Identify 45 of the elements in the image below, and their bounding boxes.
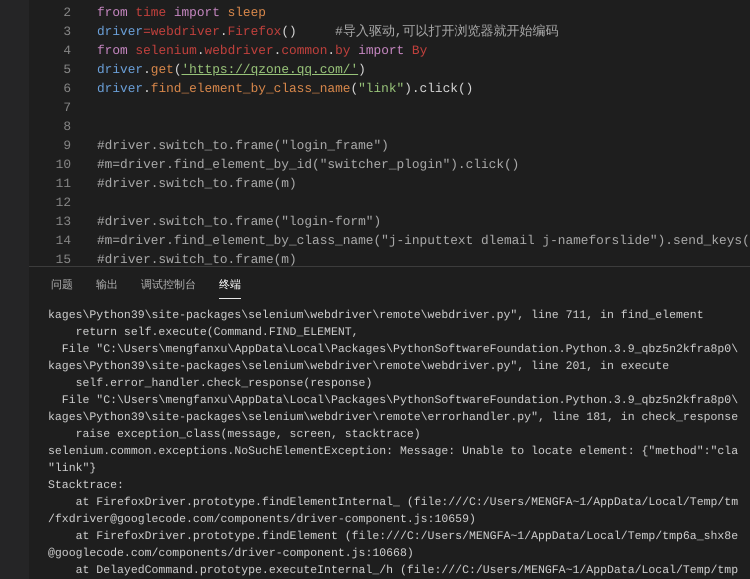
code-line: driver.get('https://qzone.qq.com/') (97, 61, 366, 79)
line-number: 14 (54, 232, 71, 250)
panel-tab[interactable]: 终端 (219, 277, 241, 299)
terminal-line: /fxdriver@googlecode.com/components/driver-component.js:10659) (48, 513, 476, 526)
terminal-line: kages\Python39\site-packages\selenium\webdriver\remote\webdriver.py", line 711, in find_element (48, 309, 704, 322)
line-number: 12 (54, 194, 71, 212)
panel-tab[interactable]: 输出 (96, 277, 118, 299)
line-number: 10 (54, 156, 71, 174)
code-line: driver.find_element_by_class_name("link").click() (97, 80, 474, 98)
line-number: 5 (62, 61, 71, 79)
code-line: #driver.switch_to.frame("login_frame") (97, 137, 389, 155)
panel-tab[interactable]: 调试控制台 (141, 277, 196, 299)
terminal-line: kages\Python39\site-packages\selenium\webdriver\remote\errorhandler.py", line 181, in check_response (48, 411, 738, 424)
code-line: #m=driver.find_element_by_class_name("j-inputtext dlemail j-nameforslide").send_keys( (97, 232, 750, 250)
terminal-line: at FirefoxDriver.prototype.findElement (file:///C:/Users/MENGFA~1/AppData/Local/Temp/tmp6a_shx8e (74, 530, 738, 543)
line-number: 8 (62, 118, 71, 136)
line-number: 6 (62, 80, 71, 98)
code-line: #driver.switch_to.frame("login-form") (97, 213, 382, 231)
terminal-line: "link"} (48, 462, 96, 475)
code-line: #m=driver.find_element_by_id("switcher_plogin").click() (97, 156, 520, 174)
panel-tab[interactable]: 问题 (51, 277, 73, 299)
terminal-line: File "C:\Users\mengfanxu\AppData\Local\Packages\PythonSoftwareFoundation.Python.3.9_qbz5n2kfra8p0\ (60, 343, 738, 356)
line-number: 2 (62, 4, 71, 22)
terminal-line: self.error_handler.check_response(response) (74, 377, 372, 390)
terminal-line: selenium.common.exceptions.NoSuchElementException: Message: Unable to locate element: {"method":"cla (48, 445, 738, 458)
line-number: 7 (62, 99, 71, 117)
terminal-line: return self.execute(Command.FIND_ELEMENT, (74, 326, 359, 339)
code-line: #driver.switch_to.frame(m) (97, 251, 297, 266)
terminal-line: raise exception_class(message, screen, stacktrace) (74, 428, 421, 441)
code-line: driver=webdriver.Firefox() #导入驱动,可以打开浏览器就开始编码 (97, 23, 558, 41)
line-number: 4 (62, 42, 71, 60)
line-number: 15 (54, 251, 71, 266)
line-number: 13 (54, 213, 71, 231)
terminal-line: kages\Python39\site-packages\selenium\webdriver\remote\webdriver.py", line 201, in execute (48, 360, 670, 373)
terminal-line: @googlecode.com/components/driver-component.js:10668) (48, 547, 414, 560)
code-line: from time import sleep (97, 4, 266, 22)
terminal-line: Stacktrace: (48, 479, 124, 492)
code-line: #driver.switch_to.frame(m) (97, 175, 297, 193)
line-number: 9 (62, 137, 71, 155)
line-number: 11 (54, 175, 71, 193)
terminal-line: File "C:\Users\mengfanxu\AppData\Local\Packages\PythonSoftwareFoundation.Python.3.9_qbz5n2kfra8p0\ (60, 394, 738, 407)
terminal-line: at DelayedCommand.prototype.executeInternal_/h (file:///C:/Users/MENGFA~1/AppData/Local/Temp/tmp (74, 564, 738, 577)
terminal-line: at FirefoxDriver.prototype.findElementInternal_ (file:///C:/Users/MENGFA~1/AppData/Local/Temp/tm (74, 496, 738, 509)
line-number: 3 (62, 23, 71, 41)
code-line: from selenium.webdriver.common.by import By (97, 42, 428, 60)
